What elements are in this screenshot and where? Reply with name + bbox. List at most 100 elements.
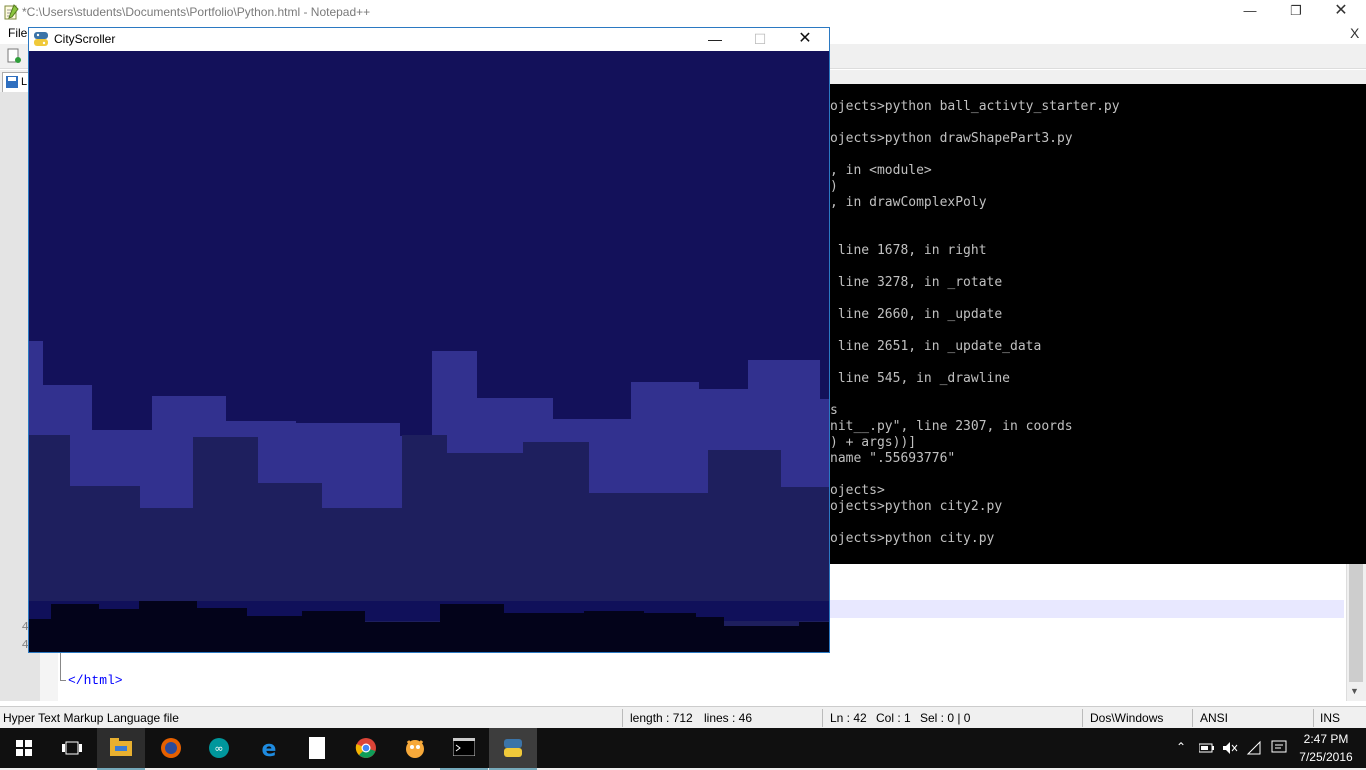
window-title: *C:\Users\students\Documents\Portfolio\P… (22, 5, 371, 19)
mid-building (258, 483, 322, 611)
console-line: , in <module> (830, 163, 932, 178)
volume-muted-icon[interactable] (1222, 741, 1238, 755)
console-line: line 1678, in right (830, 243, 987, 258)
near-building (440, 604, 504, 652)
scrollbar-thumb[interactable] (1349, 558, 1363, 682)
status-sel: Sel : 0 | 0 (920, 711, 971, 725)
city-canvas (29, 51, 829, 652)
tab-label: L (21, 76, 28, 88)
console-line: line 2651, in _update_data (830, 339, 1042, 354)
status-mode: INS (1320, 711, 1341, 725)
show-hidden-icons-button[interactable]: ⌃ (1176, 740, 1186, 754)
notepadpp-titlebar[interactable]: *C:\Users\students\Documents\Portfolio\P… (0, 0, 1366, 24)
console-line: line 3278, in _rotate (830, 275, 1003, 290)
scroll-down-arrow[interactable]: ▼ (1350, 686, 1359, 696)
start-button[interactable] (0, 728, 48, 768)
svg-text:∞: ∞ (214, 742, 223, 755)
wifi-icon[interactable] (1246, 740, 1262, 756)
status-separator (622, 709, 623, 727)
taskbar-chrome[interactable] (342, 728, 390, 768)
status-col: Col : 1 (876, 711, 911, 725)
file-explorer-icon (110, 738, 132, 756)
near-building (365, 622, 440, 652)
close-button[interactable]: ✕ (783, 28, 827, 50)
document-icon (309, 737, 325, 759)
window-title: CityScroller (54, 32, 116, 46)
status-separator (1313, 709, 1314, 727)
task-view-icon (62, 741, 82, 755)
svg-text:e: e (262, 737, 277, 759)
mid-building (70, 486, 140, 611)
taskbar-python[interactable] (489, 728, 537, 770)
notepadpp-icon (4, 4, 19, 20)
firefox-icon (161, 738, 181, 758)
status-eol: Dos\Windows (1090, 711, 1164, 725)
task-view-button[interactable] (48, 728, 96, 768)
console-line: nit__.py", line 2307, in coords (830, 419, 1073, 434)
restore-button[interactable]: ❐ (1273, 0, 1319, 24)
taskbar-firefox[interactable] (146, 728, 194, 768)
near-building (644, 613, 696, 652)
python-icon (504, 739, 522, 757)
mid-building (523, 442, 589, 611)
taskbar-file-explorer[interactable] (97, 728, 145, 770)
save-icon (6, 76, 18, 88)
taskbar-document[interactable] (293, 728, 341, 768)
taskbar-edge[interactable]: e (244, 728, 292, 768)
status-separator (1192, 709, 1193, 727)
near-building (29, 619, 51, 652)
notifications-icon[interactable] (1271, 740, 1287, 756)
console-line: name ".55693776" (830, 451, 956, 466)
current-line-highlight (830, 600, 1344, 618)
console-line: line 545, in _drawline (830, 371, 1011, 386)
console-line: ) (830, 179, 838, 194)
mid-building (447, 453, 523, 611)
near-building (247, 616, 302, 652)
near-building (584, 611, 644, 652)
console-line: ojects>python city2.py (830, 499, 1003, 514)
clock-date[interactable]: 7/25/2016 (1298, 750, 1354, 764)
command-prompt-window[interactable]: ojects>python ball_activty_starter.pyoje… (830, 84, 1366, 564)
near-building (799, 622, 829, 652)
chrome-icon (355, 738, 376, 758)
taskbar-scratch[interactable] (391, 728, 439, 768)
mid-building (589, 493, 708, 611)
python-icon (34, 32, 48, 46)
new-file-icon[interactable] (6, 48, 22, 64)
status-separator (1082, 709, 1083, 727)
status-length: length : 712 (630, 711, 693, 725)
minimize-button[interactable]: — (1227, 0, 1273, 24)
near-building (724, 626, 799, 652)
taskbar-command-prompt[interactable] (440, 728, 488, 770)
closing-html-tag: </html> (68, 673, 123, 688)
status-ln: Ln : 42 (830, 711, 867, 725)
edge-icon: e (262, 737, 277, 759)
arduino-icon: ∞ (209, 738, 229, 758)
mid-building (781, 487, 829, 611)
battery-icon[interactable] (1199, 742, 1215, 754)
near-building (99, 609, 139, 652)
console-line: line 2660, in _update (830, 307, 1003, 322)
near-building (197, 608, 247, 652)
fold-end (60, 680, 66, 681)
console-line: ojects>python ball_activty_starter.py (830, 99, 1120, 114)
mid-building (322, 508, 402, 611)
near-building (51, 604, 99, 652)
maximize-button[interactable]: ☐ (738, 28, 782, 50)
close-button[interactable]: ✕ (1318, 0, 1364, 24)
near-building (504, 613, 584, 652)
status-bar: Hyper Text Markup Language file length :… (0, 706, 1366, 729)
console-line: ) + args))] (830, 435, 917, 450)
mid-building (402, 435, 447, 611)
minimize-button[interactable]: — (693, 28, 737, 50)
near-building (696, 617, 724, 652)
taskbar-arduino[interactable]: ∞ (195, 728, 243, 768)
menu-file[interactable]: File (8, 26, 27, 40)
scratch-icon (406, 740, 424, 758)
close-document-button[interactable]: X (1350, 25, 1359, 41)
status-separator (822, 709, 823, 727)
console-line: ojects>python city.py (830, 531, 995, 546)
mid-building (708, 450, 781, 611)
cityscroller-titlebar[interactable]: CityScroller — ☐ ✕ (29, 28, 829, 51)
clock-time[interactable]: 2:47 PM (1298, 732, 1354, 746)
